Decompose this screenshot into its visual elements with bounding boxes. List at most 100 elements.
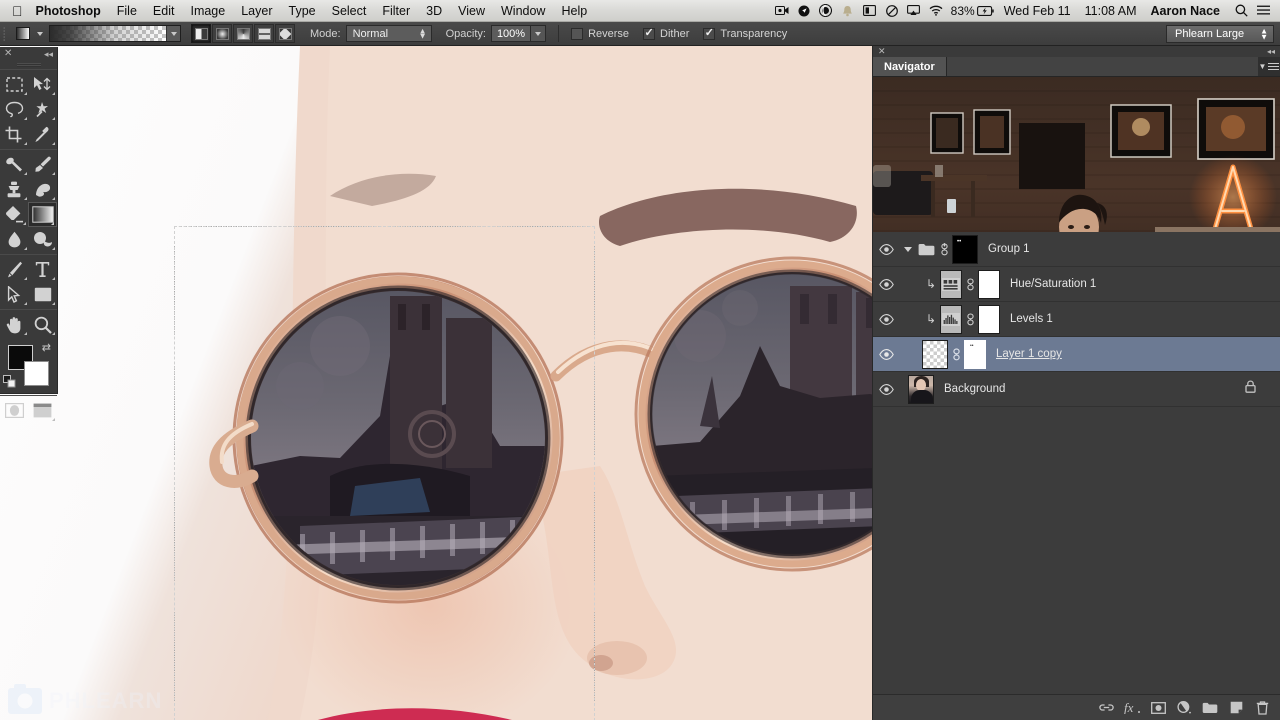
background-color-swatch[interactable]: [24, 361, 49, 386]
layer-name[interactable]: Levels 1: [1010, 313, 1053, 325]
menu-item-filter[interactable]: Filter: [374, 4, 418, 18]
layer-visibility-toggle[interactable]: [873, 278, 900, 290]
zoom-tool[interactable]: [29, 312, 58, 337]
spot-healing-brush-tool[interactable]: [0, 152, 29, 177]
magic-wand-tool[interactable]: [29, 97, 58, 122]
eraser-tool[interactable]: [0, 202, 28, 227]
menu-item-select[interactable]: Select: [324, 4, 375, 18]
default-colors-icon[interactable]: [3, 375, 16, 393]
opacity-input[interactable]: 100%: [490, 25, 532, 42]
collapse-panel-icon[interactable]: ◂◂: [44, 49, 53, 59]
path-selection-tool[interactable]: [0, 282, 29, 307]
menu-item-file[interactable]: File: [109, 4, 145, 18]
battery-charging-icon[interactable]: [975, 0, 997, 22]
list-icon[interactable]: [1252, 0, 1274, 22]
layer-name[interactable]: Group 1: [988, 243, 1030, 255]
transparency-checkbox[interactable]: ✓ Transparency: [703, 27, 787, 40]
table-row[interactable]: ↳ Levels 1: [873, 302, 1280, 337]
radial-gradient-button[interactable]: [212, 24, 232, 43]
dither-checkbox-box[interactable]: ✓: [643, 27, 656, 40]
display-icon[interactable]: [859, 0, 881, 22]
menubar-time[interactable]: 11:08 AM: [1078, 4, 1144, 18]
menu-item-window[interactable]: Window: [493, 4, 553, 18]
reverse-checkbox-box[interactable]: [571, 27, 584, 40]
rectangular-marquee-tool[interactable]: [0, 72, 29, 97]
screen-record-icon[interactable]: [771, 0, 793, 22]
menubar-date[interactable]: Wed Feb 11: [997, 4, 1078, 18]
new-layer-button[interactable]: [1223, 695, 1249, 720]
gradient-preset-picker[interactable]: [49, 25, 181, 42]
layer-visibility-toggle[interactable]: [873, 243, 900, 255]
new-adjustment-layer-button[interactable]: [1171, 695, 1197, 720]
diamond-gradient-button[interactable]: [275, 24, 295, 43]
table-row[interactable]: Background: [873, 372, 1280, 407]
do-not-disturb-icon[interactable]: [881, 0, 903, 22]
layer-mask-thumbnail[interactable]: [978, 269, 1000, 299]
menubar-user[interactable]: Aaron Nace: [1144, 4, 1230, 18]
menu-item-help[interactable]: Help: [553, 4, 595, 18]
layer-mask-thumbnail[interactable]: [978, 304, 1000, 334]
panel-menu-icon[interactable]: ▼: [1258, 57, 1280, 76]
new-group-button[interactable]: [1197, 695, 1223, 720]
menu-item-photoshop[interactable]: Photoshop: [34, 4, 109, 18]
menu-item-3d[interactable]: 3D: [418, 4, 450, 18]
wifi-icon[interactable]: [925, 0, 947, 22]
blur-tool[interactable]: [0, 227, 29, 252]
menu-item-layer[interactable]: Layer: [233, 4, 280, 18]
layer-visibility-toggle[interactable]: [873, 313, 900, 325]
angle-gradient-button[interactable]: [233, 24, 253, 43]
layer-visibility-toggle[interactable]: [873, 383, 900, 395]
options-bar-grip[interactable]: [0, 22, 10, 46]
eyedropper-tool[interactable]: [29, 122, 58, 147]
cloud-sync-icon[interactable]: [815, 0, 837, 22]
layer-visibility-toggle[interactable]: [873, 348, 900, 360]
tool-preset-chevron-down-icon[interactable]: [37, 31, 43, 36]
search-icon[interactable]: [1230, 0, 1252, 22]
opacity-stepper[interactable]: [531, 25, 547, 42]
gradient-tool-icon[interactable]: [12, 25, 34, 43]
clone-stamp-tool[interactable]: [0, 177, 29, 202]
reflected-gradient-button[interactable]: [254, 24, 274, 43]
close-icon[interactable]: ✕: [4, 49, 12, 59]
layer-name[interactable]: Hue/Saturation 1: [1010, 278, 1096, 290]
move-tool[interactable]: [29, 72, 58, 97]
document-canvas[interactable]: PHLEARN: [0, 46, 872, 720]
table-row[interactable]: •• Layer 1 copy: [873, 337, 1280, 372]
layer-thumbnail[interactable]: [908, 374, 934, 404]
delete-layer-button[interactable]: [1249, 695, 1275, 720]
close-icon[interactable]: ✕: [878, 47, 886, 56]
layer-name[interactable]: Background: [944, 383, 1005, 395]
gradient-picker-chevron-down-icon[interactable]: [166, 26, 180, 41]
quick-mask-mode-button[interactable]: [0, 398, 29, 423]
swap-colors-icon[interactable]: ⇄: [42, 343, 51, 354]
table-row[interactable]: ↳ Hue/Saturation 1: [873, 267, 1280, 302]
ad justment-layer-thumbnail[interactable]: [940, 304, 962, 334]
workspace-preset-select[interactable]: Phlearn Large ▲ ▼: [1166, 25, 1274, 43]
link-mask-icon[interactable]: [948, 347, 964, 361]
layer-mask-thumbnail[interactable]: ••: [952, 234, 978, 264]
layer-name[interactable]: Layer 1 copy: [996, 348, 1062, 360]
layer-mask-thumbnail[interactable]: ••: [964, 339, 986, 369]
lasso-tool[interactable]: [0, 97, 29, 122]
link-layers-button[interactable]: [1093, 695, 1119, 720]
tab-navigator[interactable]: Navigator: [873, 57, 947, 76]
layer-thumbnail[interactable]: [922, 339, 948, 369]
rectangle-shape-tool[interactable]: [29, 282, 58, 307]
layers-list[interactable]: •• Group 1 ↳ Hue/Saturation 1 ↳ Levels 1…: [873, 232, 1280, 694]
link-mask-icon[interactable]: [936, 242, 952, 256]
dither-checkbox[interactable]: ✓ Dither: [643, 27, 689, 40]
hand-tool[interactable]: [0, 312, 29, 337]
reverse-checkbox[interactable]: Reverse: [571, 27, 629, 40]
blend-mode-select[interactable]: Normal ▲ ▼: [345, 25, 432, 42]
link-mask-icon[interactable]: [962, 277, 978, 291]
gradient-preview-swatch[interactable]: [50, 26, 166, 41]
pen-tool[interactable]: [0, 257, 29, 282]
add-layer-mask-button[interactable]: [1145, 695, 1171, 720]
history-brush-tool[interactable]: [29, 177, 58, 202]
airplay-icon[interactable]: [903, 0, 925, 22]
menu-item-type[interactable]: Type: [281, 4, 324, 18]
collapse-panel-icon[interactable]: ◂◂: [1267, 47, 1275, 56]
brush-tool[interactable]: [29, 152, 58, 177]
transparency-checkbox-box[interactable]: ✓: [703, 27, 716, 40]
apple-logo-icon[interactable]: : [0, 4, 34, 18]
